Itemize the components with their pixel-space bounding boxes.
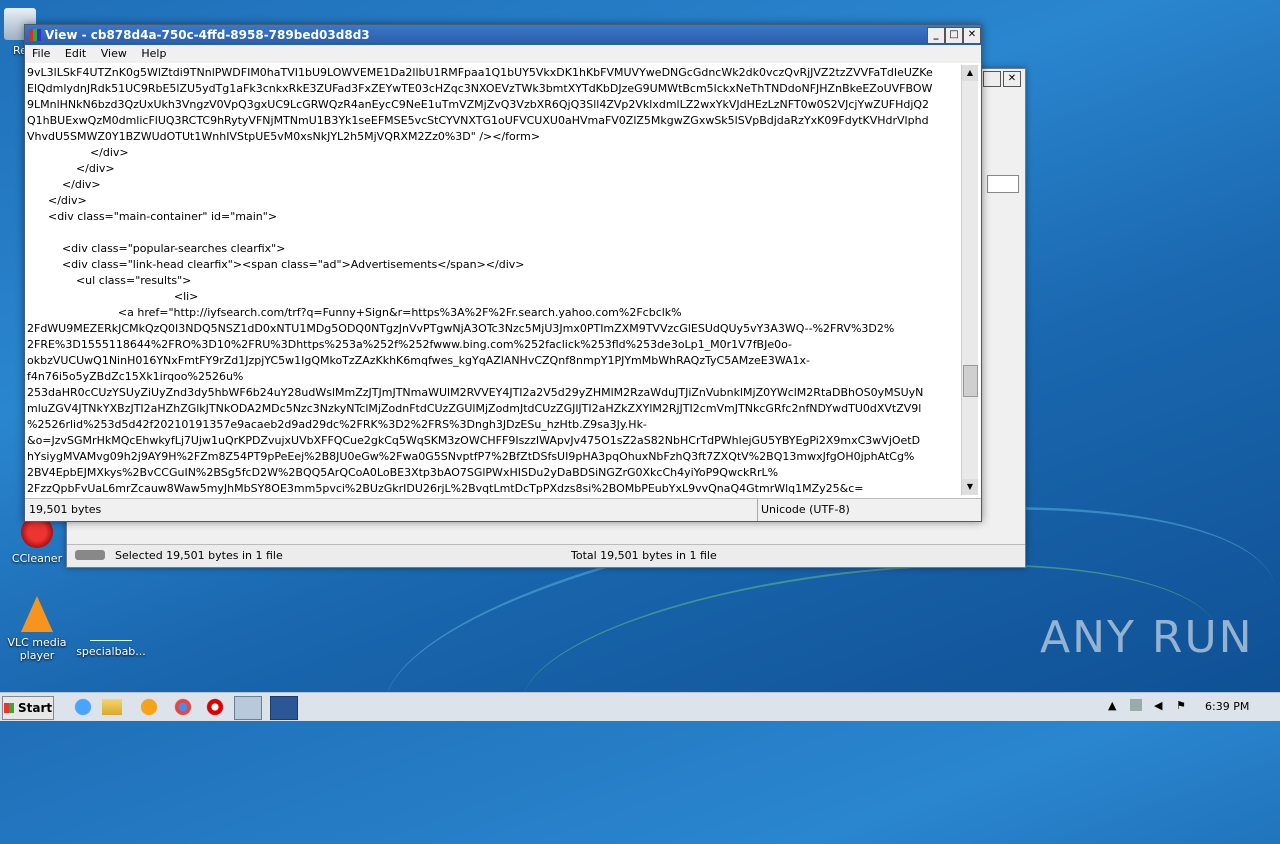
text-line: <div class="main-container" id="main"> — [27, 210, 278, 223]
close-icon[interactable]: ✕ — [1003, 71, 1021, 87]
show-hidden-icon[interactable]: ▲ — [1108, 699, 1116, 712]
minimize-button[interactable]: _ — [927, 27, 945, 44]
maximize-icon[interactable] — [983, 71, 1001, 87]
tray-area: ▲ ◀ ⚑ — [1108, 699, 1198, 715]
explorer-icon[interactable] — [102, 699, 122, 715]
text-line: Q1hBUExwQzM0dmlicFlUQ3RCTC9hRytyVFNjMTNm… — [27, 114, 929, 127]
text-line: <a href="http://iyfsearch.com/trf?q=Funn… — [27, 306, 682, 319]
text-line: </div> — [27, 146, 129, 159]
text-line — [27, 225, 959, 241]
byte-count: 19,501 bytes — [29, 503, 102, 516]
scroll-down-icon[interactable]: ▼ — [962, 479, 978, 495]
text-line: <li> — [27, 290, 199, 303]
drive-icon — [75, 550, 105, 560]
start-button[interactable]: Start — [2, 696, 54, 720]
desktop-icon-label: specialbab... — [76, 645, 146, 658]
start-label: Start — [18, 701, 53, 715]
text-line: 253daHR0cCUzYSUyZiUyZnd3dy5hbWF6b24uY28u… — [27, 386, 924, 399]
title-bar[interactable]: View - cb878d4a-750c-4ffd-8958-789bed03d… — [25, 25, 981, 45]
total-status: Total 19,501 bytes in 1 file — [571, 549, 717, 562]
text-line: hYsiygMVAMvg09h2j9AY9H%2FZm8Z54PT9pPeEej… — [27, 450, 915, 463]
text-line: 2FdWU9MEZERkJCMkQzQ0I3NDQ5NSZ1dD0xNTU1MD… — [27, 322, 895, 335]
viewer-window[interactable]: View - cb878d4a-750c-4ffd-8958-789bed03d… — [24, 24, 982, 522]
back-window-statusbar: Selected 19,501 bytes in 1 file Total 19… — [67, 544, 1025, 567]
desktop-icon-vlc[interactable]: VLC media player — [2, 596, 72, 662]
text-line: <div class="popular-searches clearfix"> — [27, 242, 286, 255]
ie-icon[interactable] — [70, 696, 96, 718]
network-icon[interactable] — [1130, 699, 1142, 711]
text-line: <ul class="results"> — [27, 274, 192, 287]
encoding-status[interactable]: Unicode (UTF-8) — [761, 503, 850, 516]
text-line: f4n76i5o5yZBdZc15Xk1irqoo%2526u% — [27, 370, 244, 383]
text-content[interactable]: 9vL3lLSkF4UTZnK0g5WlZtdi9TNnlPWDFIM0haTV… — [27, 65, 959, 495]
flag-icon[interactable]: ⚑ — [1176, 699, 1186, 712]
selected-status: Selected 19,501 bytes in 1 file — [115, 549, 283, 562]
text-line: 2BV4EpbEJMXkys%2BvCCGuIN%2BSg5fcD2W%2BQQ… — [27, 466, 779, 479]
chrome-icon[interactable] — [170, 696, 196, 718]
text-line: </div> — [27, 178, 101, 191]
text-line: 9vL3lLSkF4UTZnK0g5WlZtdi9TNnlPWDFIM0haTV… — [27, 66, 933, 79]
desktop-icon-label: CCleaner — [11, 552, 63, 565]
text-line: 2FRE%3D1555118644%2FRO%3D10%2FRU%3Dhttps… — [27, 338, 793, 351]
vertical-scrollbar[interactable]: ▲ ▼ — [961, 65, 978, 495]
scroll-up-icon[interactable]: ▲ — [962, 65, 978, 81]
status-divider — [757, 499, 758, 521]
menu-help[interactable]: Help — [141, 47, 166, 60]
text-line: </div> — [27, 194, 87, 207]
vlc-icon — [21, 596, 53, 632]
file-icon — [90, 616, 132, 641]
app-icon — [29, 29, 41, 41]
text-line: </div> — [27, 162, 115, 175]
text-line: %2526rlid%253d5d42f20210191357e9acaeb2d9… — [27, 418, 647, 431]
text-line: 2FzzQpbFvUaL6mrZcauw8Waw5myJhMbSY8OE3mm5… — [27, 482, 864, 495]
window-title: View - cb878d4a-750c-4ffd-8958-789bed03d… — [45, 28, 370, 42]
text-line: okbzVUCUwQ1NinH016YNxFmtFY9rZd1JzpjYC5w1… — [27, 354, 811, 367]
close-button[interactable]: ✕ — [963, 27, 981, 44]
back-window-controls: ✕ — [983, 71, 1023, 87]
desktop-icon-label: VLC media player — [7, 636, 67, 662]
text-line: 9LMnlHNkN6bzd3QzUxUkh3VngzV0VpQ3gxUC9LcG… — [27, 98, 930, 111]
menu-edit[interactable]: Edit — [65, 47, 86, 60]
viewer-task-icon[interactable] — [234, 696, 262, 720]
maximize-button[interactable]: □ — [945, 27, 963, 44]
back-window-dropdown[interactable] — [987, 175, 1019, 193]
status-bar: 19,501 bytes Unicode (UTF-8) — [25, 498, 981, 521]
text-line: <div class="link-head clearfix"><span cl… — [27, 258, 525, 271]
text-line: VhvdU5SMWZ0Y1BZWUdOTUt1WnhIVStpUE5vM0xsN… — [27, 130, 541, 143]
volume-icon[interactable]: ◀ — [1154, 699, 1162, 712]
text-line: &o=JzvSGMrHkMQcEhwkyfLj7Ujw1uQrKPDZvujxU… — [27, 434, 921, 447]
menu-bar: File Edit View Help — [25, 45, 981, 63]
menu-view[interactable]: View — [101, 47, 127, 60]
opera-icon[interactable] — [202, 696, 228, 718]
word-icon[interactable] — [270, 696, 298, 720]
watermark: ANY RUN — [1040, 612, 1254, 663]
desktop-icon-ccleaner[interactable]: CCleaner — [2, 516, 72, 565]
taskbar: Start ▲ ◀ ⚑ 6:39 PM — [0, 692, 1280, 721]
scroll-thumb[interactable] — [963, 365, 978, 397]
text-line: mluZGV4JTNkYXBzJTI2aHZhZGlkJTNkODA2MDc5N… — [27, 402, 922, 415]
media-player-icon[interactable] — [136, 696, 162, 718]
windows-logo-icon — [3, 703, 14, 713]
text-line: ElQdmlydnJRdk51UC9RbE5lZU5ydTg1aFk3cnkxR… — [27, 82, 933, 95]
menu-file[interactable]: File — [32, 47, 50, 60]
desktop-icon-specialbab[interactable]: specialbab... — [76, 616, 146, 658]
clock[interactable]: 6:39 PM — [1205, 700, 1249, 713]
